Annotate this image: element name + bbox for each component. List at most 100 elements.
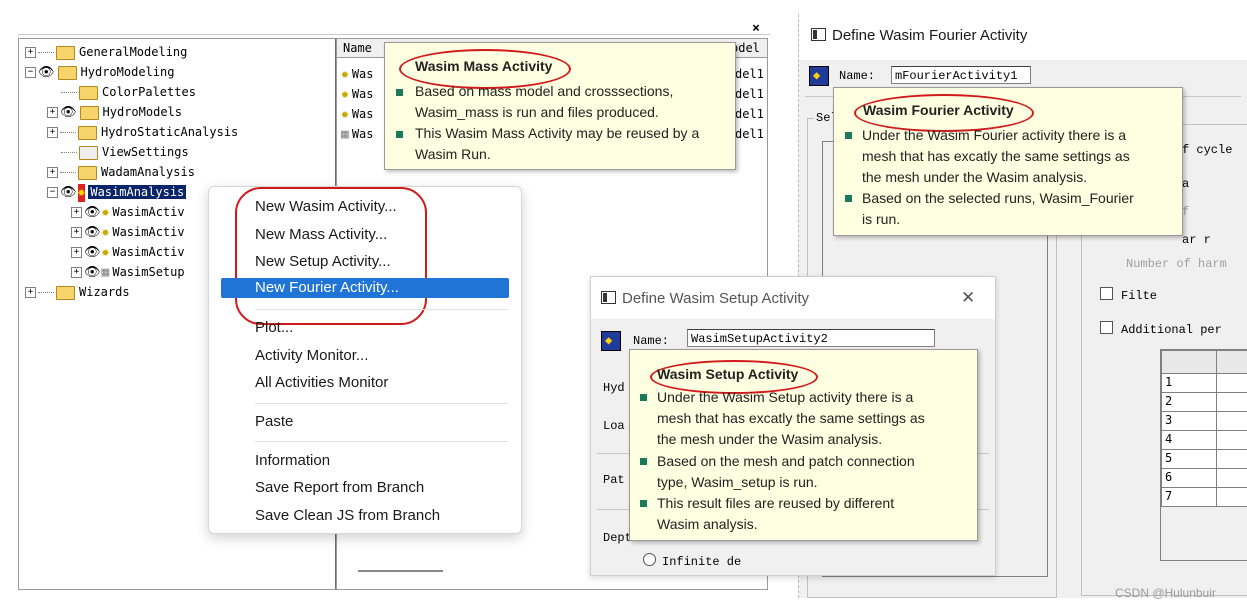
tree-item-hydrostaticanalysis[interactable]: + HydroStaticAnalysis [47, 123, 238, 141]
grid-header [1216, 350, 1247, 374]
menu-item-new-fourier-activity[interactable]: New Fourier Activity... [221, 278, 509, 298]
menu-item-new-mass-activity[interactable]: New Mass Activity... [255, 223, 387, 247]
menu-item-new-wasim-activity[interactable]: New Wasim Activity... [255, 195, 397, 219]
grid-row-header: 1 [1161, 373, 1217, 393]
folder-icon [79, 85, 98, 100]
list-item[interactable]: ✹ Was del1 [341, 65, 764, 83]
expand-icon[interactable]: + [71, 267, 82, 278]
tooltip-wasim-fourier-activity: Wasim Fourier Activity Under the Wasim F… [833, 87, 1183, 236]
name-field[interactable]: mFourierActivity1 [891, 66, 1031, 84]
grid-corner [1161, 350, 1217, 374]
additional-periods-checkbox[interactable]: Additional per [1100, 321, 1222, 337]
grid-row-header: 7 [1161, 487, 1217, 507]
tooltip-line: type, Wasim_setup is run. [657, 474, 818, 490]
window-icon [811, 28, 826, 41]
filter-checkbox[interactable]: Filte [1100, 287, 1157, 303]
option-label-disabled: f [1182, 205, 1190, 219]
tree-item-wizards[interactable]: + Wizards [25, 283, 130, 301]
expand-icon[interactable]: + [47, 167, 58, 178]
menu-item-save-report-from-branch[interactable]: Save Report from Branch [255, 476, 424, 500]
menu-item-information[interactable]: Information [255, 449, 330, 473]
checkbox-icon[interactable] [1100, 287, 1113, 300]
tree-item-hydromodels[interactable]: + 👁 HydroModels [47, 103, 182, 121]
watermark: CSDN @Hulunbuir [1115, 586, 1216, 600]
menu-separator [255, 309, 509, 310]
checkbox-icon[interactable] [1100, 321, 1113, 334]
expand-icon[interactable]: + [71, 227, 82, 238]
expand-icon[interactable]: + [25, 287, 36, 298]
infinite-depth-radio[interactable]: Infinite de [643, 553, 741, 569]
eye-icon[interactable]: 👁 [60, 184, 77, 202]
expand-icon[interactable]: + [47, 107, 58, 118]
grid-cell[interactable] [1216, 430, 1247, 450]
list-item-model: del1 [735, 107, 764, 121]
tree-item-colorpalettes[interactable]: ColorPalettes [61, 83, 196, 101]
eye-icon[interactable]: 👁 [38, 64, 55, 82]
menu-item-plot[interactable]: Plot... [255, 316, 293, 340]
activity-gear-icon: ✹ [341, 86, 349, 102]
grid-cell[interactable] [1216, 411, 1247, 431]
explorer-topbar: × [18, 21, 770, 36]
grid-cell[interactable] [1216, 487, 1247, 507]
menu-item-new-setup-activity[interactable]: New Setup Activity... [255, 250, 391, 274]
patch-label: Pat [603, 473, 625, 487]
bullet-icon [640, 458, 647, 465]
tree-item-hydromodeling[interactable]: − 👁 HydroModeling [25, 63, 174, 81]
folder-icon [78, 125, 97, 140]
menu-item-paste[interactable]: Paste [255, 410, 293, 434]
tree-item-generalmodeling[interactable]: + GeneralModeling [25, 43, 187, 61]
bullet-icon [640, 500, 647, 507]
dialog-title: Define Wasim Fourier Activity [811, 27, 1027, 44]
grid-cell[interactable] [1216, 468, 1247, 488]
bullet-icon [396, 89, 403, 96]
horizontal-scrollbar[interactable] [358, 570, 443, 572]
close-button[interactable]: ✕ [961, 288, 975, 308]
tree-item-wasimactivity[interactable]: + 👁✹ WasimActiv [71, 223, 185, 241]
expand-icon[interactable]: + [71, 247, 82, 258]
tree-item-wasimactivity[interactable]: + 👁✹ WasimActiv [71, 243, 185, 261]
list-item[interactable]: ✹ Was del1 [341, 105, 764, 123]
tooltip-line: Based on the mesh and patch connection [657, 453, 915, 469]
tree-item-viewsettings[interactable]: ViewSettings [61, 143, 189, 161]
tree-item-label-selected: WasimAnalysis [88, 185, 187, 199]
tree-item-wasimsetup[interactable]: + 👁▦ WasimSetup [71, 263, 185, 281]
expand-icon[interactable]: + [47, 127, 58, 138]
name-label: Name: [633, 334, 670, 348]
eye-icon[interactable]: 👁 [60, 104, 77, 122]
tree-item-wasimanalysis[interactable]: − 👁✹ WasimAnalysis [47, 183, 187, 202]
tooltip-line: mesh that has excatly the same settings … [657, 410, 925, 426]
radio-icon[interactable] [643, 553, 656, 566]
activity-gear-icon: ✹ [101, 244, 110, 260]
explorer-close-button[interactable]: × [752, 21, 760, 36]
collapse-icon[interactable]: − [25, 67, 36, 78]
menu-item-save-clean-js-from-branch[interactable]: Save Clean JS from Branch [255, 504, 440, 528]
periods-grid[interactable]: 1 2 3 4 5 6 7 [1160, 349, 1247, 561]
list-item[interactable]: ✹ Was del1 [341, 85, 764, 103]
expand-icon[interactable]: + [71, 207, 82, 218]
menu-item-all-activities-monitor[interactable]: All Activities Monitor [255, 371, 388, 395]
column-header-name[interactable]: Name [343, 41, 372, 55]
name-field[interactable]: WasimSetupActivity2 [687, 329, 935, 347]
setup-icon: ▦ [101, 264, 110, 280]
option-label: ar r [1182, 233, 1211, 247]
tree-item-wasimactivity[interactable]: + 👁✹ WasimActiv [71, 203, 185, 221]
tree-item-wadamanalysis[interactable]: + WadamAnalysis [47, 163, 195, 181]
eye-icon[interactable]: 👁 [84, 204, 101, 222]
tree-item-label: WasimActiv [112, 205, 185, 219]
tree-item-label: HydroStaticAnalysis [101, 125, 239, 139]
menu-separator [255, 441, 509, 442]
expand-icon[interactable]: + [25, 47, 36, 58]
list-item-name: Was [351, 67, 374, 81]
number-of-harmonics-label: Number of harm [1126, 257, 1227, 271]
list-item-name: Was [351, 107, 374, 121]
grid-cell[interactable] [1216, 392, 1247, 412]
collapse-icon[interactable]: − [47, 187, 58, 198]
menu-item-activity-monitor[interactable]: Activity Monitor... [255, 344, 368, 368]
list-item[interactable]: ▦ Was del1 [341, 125, 764, 143]
eye-icon[interactable]: 👁 [84, 224, 101, 242]
eye-icon[interactable]: 👁 [84, 244, 101, 262]
tooltip-title: Wasim Fourier Activity [863, 102, 1014, 118]
eye-icon[interactable]: 👁 [84, 264, 101, 282]
grid-cell[interactable] [1216, 449, 1247, 469]
grid-cell[interactable] [1216, 373, 1247, 393]
